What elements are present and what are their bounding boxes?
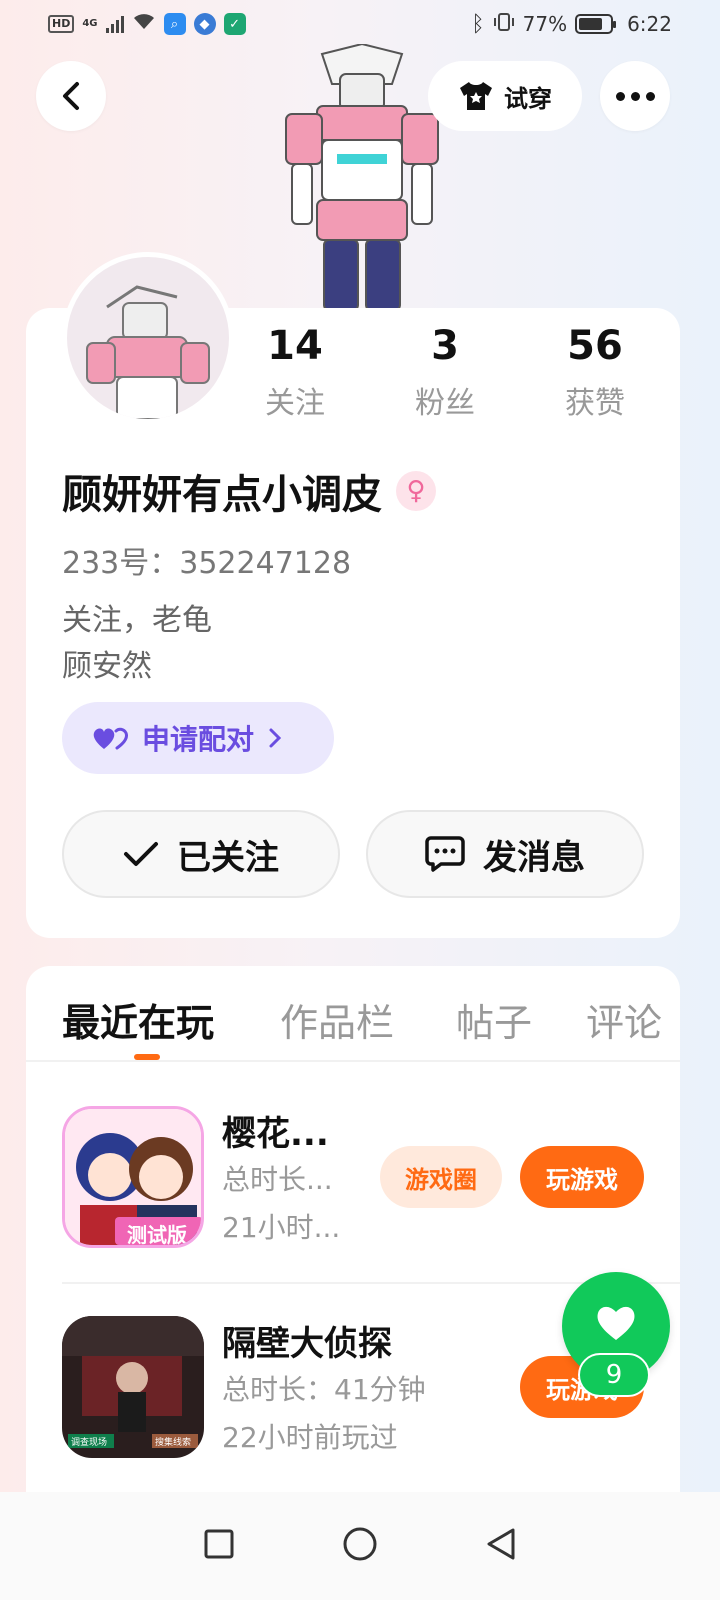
try-on-label: 试穿 (504, 84, 552, 113)
more-dots-icon (615, 91, 655, 101)
search-app-icon: ⌕ (163, 13, 186, 35)
tab-works[interactable]: 作品栏 (280, 992, 394, 1047)
chat-bubble-icon (425, 836, 465, 872)
hd-indicator: HD (48, 15, 75, 33)
username: 顾妍妍有点小调皮 (62, 472, 382, 518)
game-last-played: 21小时... (222, 1211, 341, 1244)
bluetooth-icon: ᛒ (471, 11, 485, 37)
double-heart-icon (93, 727, 128, 750)
send-message-label: 发消息 (483, 837, 585, 878)
avatar[interactable] (62, 252, 234, 424)
send-message-button[interactable]: 发消息 (366, 810, 644, 898)
recent-apps-icon[interactable] (203, 1528, 235, 1564)
chevron-right-icon (269, 728, 282, 748)
tab-comments[interactable]: 评论 (586, 992, 662, 1047)
battery-icon (575, 14, 617, 34)
stat-following[interactable]: 14 关注 (220, 322, 370, 422)
followed-button[interactable]: 已关注 (62, 810, 340, 898)
content-card: 最近在玩 作品栏 帖子 评论 测试版 樱花... 总时长... 21小时... … (26, 966, 680, 1526)
status-bar: HD 4G ⌕ ◆ ✓ ᛒ 77% 6:22 (0, 0, 720, 48)
checkmark-icon (124, 842, 158, 866)
username-row: 顾妍妍有点小调皮 ♀ (62, 462, 436, 520)
game-icon-sakura[interactable]: 测试版 (62, 1106, 204, 1248)
followed-label: 已关注 (177, 837, 279, 878)
stat-fans[interactable]: 3 粉丝 (370, 322, 520, 422)
game-title: 隔壁大侦探 (222, 1324, 392, 1364)
stat-label: 获赞 (565, 386, 625, 421)
tab-recently-played[interactable]: 最近在玩 (62, 992, 214, 1047)
try-on-button[interactable]: 试穿 (428, 61, 582, 131)
stat-label: 关注 (265, 386, 325, 421)
female-icon: ♀ (396, 471, 436, 511)
bio-line: 关注，老龟 (62, 603, 212, 638)
bio-line: 顾安然 (62, 649, 152, 684)
signal-icon (105, 15, 124, 33)
user-id: 233号：352247128 (62, 546, 352, 581)
stat-value: 56 (567, 323, 623, 369)
back-nav-icon[interactable] (485, 1527, 517, 1565)
game-duration: 总时长... (222, 1163, 333, 1196)
shield-app-icon: ✓ (223, 13, 246, 35)
more-button[interactable] (600, 61, 670, 131)
stat-likes[interactable]: 56 获赞 (520, 322, 670, 422)
game-duration: 总时长：41分钟 (222, 1373, 426, 1406)
tab-active-indicator (134, 1054, 160, 1060)
game-row[interactable]: 测试版 樱花... 总时长... 21小时... 游戏圈 玩游戏 (62, 1084, 680, 1264)
stat-value: 14 (267, 323, 323, 369)
profile-page: HD 4G ⌕ ◆ ✓ ᛒ 77% 6:22 试穿 14 关注 3 粉丝 56 … (0, 0, 720, 1600)
network-type: 4G (82, 18, 98, 29)
chevron-left-icon (63, 82, 79, 110)
like-count: 9 (578, 1353, 650, 1397)
game-badge: 搜集线索 (155, 1438, 192, 1448)
game-icon-detective[interactable]: 调查现场 搜集线索 (62, 1316, 204, 1458)
clock: 6:22 (627, 12, 672, 36)
game-badge: 测试版 (127, 1223, 187, 1247)
stat-label: 粉丝 (415, 386, 475, 421)
wifi-icon (132, 12, 156, 36)
game-circle-button[interactable]: 游戏圈 (380, 1146, 502, 1208)
stat-value: 3 (431, 323, 459, 369)
tshirt-icon (460, 82, 492, 110)
browser-app-icon: ◆ (193, 13, 216, 35)
heart-icon (597, 1306, 635, 1340)
game-last-played: 22小时前玩过 (222, 1421, 398, 1454)
profile-stats: 14 关注 3 粉丝 56 获赞 (220, 322, 670, 422)
system-nav-bar (0, 1492, 720, 1600)
bio: 关注，老龟 顾安然 (62, 598, 212, 690)
game-title: 樱花... (222, 1114, 329, 1154)
home-icon[interactable] (342, 1526, 378, 1566)
apply-pair-label: 申请配对 (142, 723, 255, 756)
profile-tabs: 最近在玩 作品栏 帖子 评论 (26, 966, 680, 1062)
vibrate-icon (493, 12, 515, 37)
apply-pair-button[interactable]: 申请配对 (62, 702, 334, 774)
tab-posts[interactable]: 帖子 (456, 992, 532, 1047)
battery-percent: 77% (522, 12, 568, 36)
game-badge: 调查现场 (71, 1438, 108, 1448)
play-game-button[interactable]: 玩游戏 (520, 1146, 644, 1208)
back-button[interactable] (36, 61, 106, 131)
